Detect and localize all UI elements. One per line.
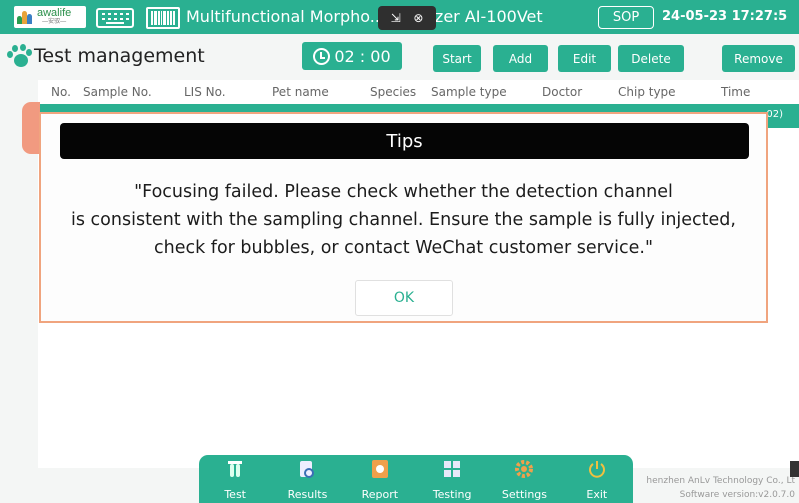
col-time: Time xyxy=(721,85,751,99)
report-icon xyxy=(370,459,390,479)
col-doctor: Doctor xyxy=(542,85,583,99)
nav-exit[interactable]: Exit xyxy=(561,455,633,503)
dialog-message-line: is consistent with the sampling channel.… xyxy=(71,210,736,230)
app-title: Multifunctional Morpho... Analyzer AI-10… xyxy=(186,7,543,26)
logo-text: awalife xyxy=(37,7,72,19)
start-button[interactable]: Start xyxy=(433,45,481,72)
col-chip-type: Chip type xyxy=(618,85,676,99)
edit-button[interactable]: Edit xyxy=(558,45,611,72)
cursor-icon[interactable]: ⇲ xyxy=(391,11,401,25)
power-icon xyxy=(587,459,607,479)
testing-icon xyxy=(442,459,462,479)
col-pet-name: Pet name xyxy=(272,85,329,99)
col-species: Species xyxy=(370,85,417,99)
keyboard-button[interactable] xyxy=(96,8,134,28)
corner-marker xyxy=(790,461,799,477)
nav-label: Test xyxy=(224,488,246,501)
timer-value: 02 : 00 xyxy=(334,46,391,66)
nav-testing[interactable]: Testing xyxy=(416,455,488,503)
page-title: Test management xyxy=(34,45,205,67)
sop-button[interactable]: SOP xyxy=(598,6,654,29)
nav-label: Exit xyxy=(586,488,608,501)
tips-dialog: Tips "Focusing failed. Please check whet… xyxy=(39,112,768,323)
delete-button[interactable]: Delete xyxy=(618,45,684,72)
dialog-message-line: check for bubbles, or contact WeChat cus… xyxy=(154,238,653,258)
countdown-timer: 02 : 00 xyxy=(302,42,402,70)
logo-subtext: —安驭— xyxy=(42,19,67,25)
col-lis-no: LIS No. xyxy=(184,85,226,99)
side-pull-tab[interactable] xyxy=(22,102,40,154)
nav-results[interactable]: Results xyxy=(271,455,343,503)
company-name: henzhen AnLv Technology Co., Lt xyxy=(646,476,795,486)
footer-info: henzhen AnLv Technology Co., Lt Software… xyxy=(630,474,795,502)
remove-button[interactable]: Remove xyxy=(722,45,795,72)
barcode-scan-button[interactable] xyxy=(146,7,180,29)
dialog-title: Tips xyxy=(60,123,749,159)
nav-label: Settings xyxy=(501,488,548,501)
nav-label: Results xyxy=(287,488,328,501)
nav-report[interactable]: Report xyxy=(344,455,416,503)
add-button[interactable]: Add xyxy=(493,45,548,72)
paw-icon xyxy=(6,44,32,68)
col-sample-type: Sample type xyxy=(431,85,507,99)
row-time-fragment: 02) xyxy=(766,109,783,120)
clock-icon xyxy=(313,47,331,65)
nav-settings[interactable]: Settings xyxy=(488,455,560,503)
awalife-logo: awalife —安驭— xyxy=(14,6,86,28)
datetime: 24-05-23 17:27:5 xyxy=(662,9,788,24)
settings-gear-icon xyxy=(514,459,534,479)
close-capture-icon[interactable]: ⊗ xyxy=(413,11,423,25)
logo-mark-icon xyxy=(17,10,33,24)
nav-test[interactable]: Test xyxy=(199,455,271,503)
results-icon xyxy=(297,459,317,479)
nav-label: Testing xyxy=(432,488,472,501)
ok-button[interactable]: OK xyxy=(355,280,453,316)
col-sample-no: Sample No. xyxy=(83,85,152,99)
table-header: No. Sample No. LIS No. Pet name Species … xyxy=(38,80,799,104)
bottom-nav: Test Results Report Testing Settings Exi… xyxy=(199,455,633,503)
nav-label: Report xyxy=(361,488,399,501)
dialog-message-line: "Focusing failed. Please check whether t… xyxy=(134,182,673,202)
test-tube-icon xyxy=(225,459,245,479)
col-no: No. xyxy=(51,85,71,99)
title-bar: awalife —安驭— Multifunctional Morpho... An… xyxy=(0,0,799,34)
dialog-message: "Focusing failed. Please check whether t… xyxy=(41,178,766,262)
screen-capture-toolbar[interactable]: ⇲ ⊗ xyxy=(378,6,436,30)
software-version: Software version:v2.0.7.0 xyxy=(679,490,795,500)
